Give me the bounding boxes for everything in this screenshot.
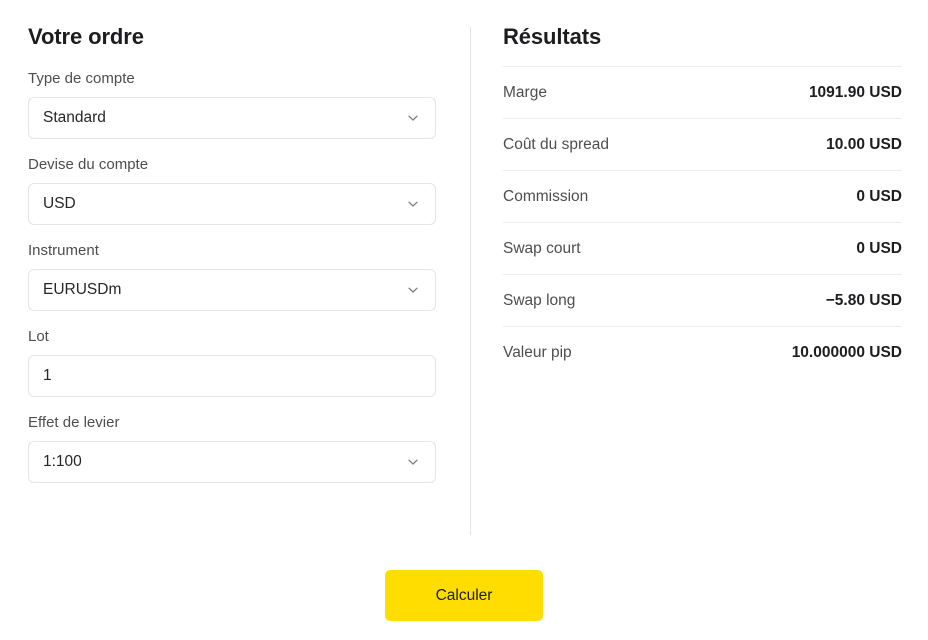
results-table: Marge 1091.90 USD Coût du spread 10.00 USD C…	[503, 66, 902, 378]
result-value: 10.000000 USD	[791, 343, 902, 361]
result-label: Coût du spread	[503, 135, 609, 153]
label-account-type: Type de compte	[28, 70, 135, 87]
result-row: Valeur pip 10.000000 USD	[503, 326, 902, 378]
field-group-instrument: Instrument EURUSDm	[28, 240, 470, 311]
order-form: Type de compte Standard Devise du compte US…	[28, 68, 470, 483]
result-row: Marge 1091.90 USD	[503, 66, 902, 118]
order-panel-heading: Votre ordre	[28, 24, 144, 49]
value-instrument: EURUSDm	[43, 281, 122, 298]
result-label: Swap court	[503, 239, 581, 257]
select-account-type[interactable]: Standard	[28, 97, 436, 139]
results-panel: Résultats Marge 1091.90 USD Coût du spread…	[470, 0, 928, 540]
select-instrument[interactable]: EURUSDm	[28, 269, 436, 311]
label-account-currency: Devise du compte	[28, 156, 149, 173]
field-group-account-type: Type de compte Standard	[28, 68, 470, 139]
result-value: 0 USD	[856, 239, 902, 257]
result-row: Commission 0 USD	[503, 170, 902, 222]
calculate-button[interactable]: Calculer	[385, 570, 543, 621]
result-row: Coût du spread 10.00 USD	[503, 118, 902, 170]
column-divider	[470, 27, 471, 535]
select-account-currency[interactable]: USD	[28, 183, 436, 225]
value-account-currency: USD	[43, 195, 76, 212]
order-panel: Votre ordre Type de compte Standard Devise…	[0, 0, 470, 540]
result-label: Commission	[503, 187, 589, 205]
value-account-type: Standard	[43, 109, 106, 126]
result-label: Swap long	[503, 291, 576, 309]
result-label: Valeur pip	[503, 343, 572, 361]
result-row: Swap court 0 USD	[503, 222, 902, 274]
calculator-page: Votre ordre Type de compte Standard Devise…	[0, 0, 928, 640]
results-panel-heading: Résultats	[503, 24, 602, 49]
label-lot: Lot	[28, 328, 49, 345]
field-group-lot: Lot 1	[28, 326, 470, 397]
chevron-down-icon[interactable]	[402, 107, 424, 129]
field-group-leverage: Effet de levier 1:100	[28, 412, 470, 483]
chevron-down-icon[interactable]	[402, 451, 424, 473]
result-value: −5.80 USD	[825, 291, 902, 309]
input-lot[interactable]: 1	[28, 355, 436, 397]
result-value: 0 USD	[856, 187, 902, 205]
label-leverage: Effet de levier	[28, 414, 120, 431]
result-value: 10.00 USD	[826, 135, 902, 153]
calculator-columns: Votre ordre Type de compte Standard Devise…	[0, 0, 928, 540]
action-bar: Calculer	[0, 540, 928, 640]
chevron-down-icon[interactable]	[402, 279, 424, 301]
label-instrument: Instrument	[28, 242, 99, 259]
value-lot: 1	[43, 367, 52, 384]
result-value: 1091.90 USD	[808, 83, 902, 101]
value-leverage: 1:100	[43, 453, 82, 470]
field-group-account-currency: Devise du compte USD	[28, 154, 470, 225]
result-row: Swap long −5.80 USD	[503, 274, 902, 326]
result-label: Marge	[503, 83, 547, 101]
select-leverage[interactable]: 1:100	[28, 441, 436, 483]
chevron-down-icon[interactable]	[402, 193, 424, 215]
